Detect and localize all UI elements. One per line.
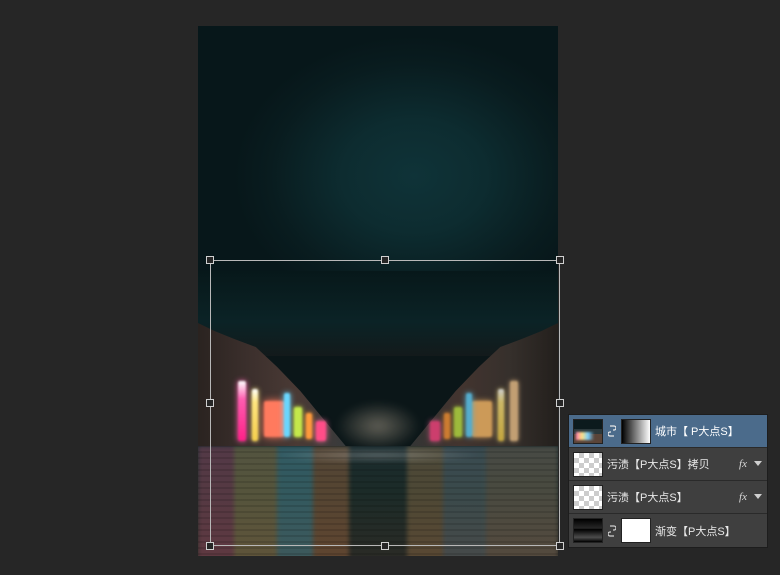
- layer-thumbnail[interactable]: [573, 485, 603, 510]
- layer-name[interactable]: 城市【 P大点S】: [655, 423, 763, 439]
- link-icon[interactable]: [607, 424, 617, 438]
- layer-mask-thumbnail[interactable]: [621, 518, 651, 543]
- layer-effects-badge[interactable]: fx: [737, 491, 749, 503]
- layers-panel[interactable]: 城市【 P大点S】 污渍【P大点S】拷贝 fx 污渍【P大点S】 fx 渐变【P…: [568, 414, 768, 548]
- layer-row-stain[interactable]: 污渍【P大点S】 fx: [569, 481, 767, 514]
- layer-name[interactable]: 污渍【P大点S】拷贝: [607, 456, 733, 472]
- link-icon[interactable]: [607, 524, 617, 538]
- layer-thumbnail[interactable]: [573, 419, 603, 444]
- layer-mask-thumbnail[interactable]: [621, 419, 651, 444]
- city-sky: [198, 271, 558, 356]
- layer-thumbnail[interactable]: [573, 452, 603, 477]
- layer-row-city[interactable]: 城市【 P大点S】: [569, 415, 767, 448]
- layer-thumbnail[interactable]: [573, 518, 603, 543]
- layer-row-gradient[interactable]: 渐变【P大点S】: [569, 514, 767, 547]
- layer-effects-badge[interactable]: fx: [737, 458, 749, 470]
- chevron-down-icon[interactable]: [753, 492, 763, 502]
- layer-name[interactable]: 污渍【P大点S】: [607, 489, 733, 505]
- river-reflection: [198, 446, 558, 556]
- sky-region: [198, 26, 558, 276]
- layer-row-stain-copy[interactable]: 污渍【P大点S】拷贝 fx: [569, 448, 767, 481]
- city-layer: [198, 271, 558, 556]
- layer-name[interactable]: 渐变【P大点S】: [655, 523, 763, 539]
- canvas-area[interactable]: [198, 26, 558, 556]
- chevron-down-icon[interactable]: [753, 459, 763, 469]
- document: [198, 26, 558, 556]
